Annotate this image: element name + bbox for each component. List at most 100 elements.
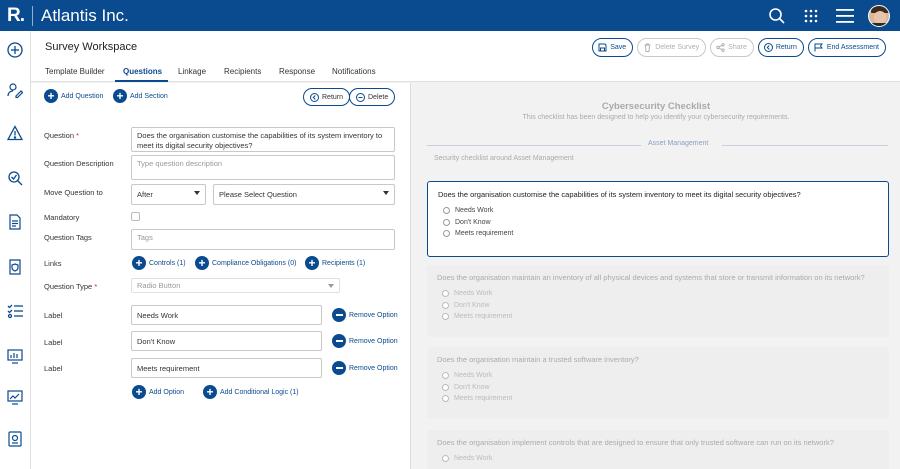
preview-question-text: Does the organisation customise the capa… [438,190,801,199]
chevron-down-icon [194,191,200,195]
add-option-label: Add Option [149,388,185,396]
warning-icon[interactable] [5,123,25,143]
preview-option[interactable]: Meets requirement [442,393,879,405]
delete-survey-label: Delete Survey [655,44,700,51]
share-button[interactable]: Share [710,38,754,57]
add-conditional-logic-label: Add Conditional Logic (1) [220,388,299,396]
reports-icon[interactable] [5,346,25,366]
editor-delete-button[interactable]: Delete [349,88,396,106]
chevron-down-icon [383,191,389,195]
preview-question-card[interactable]: Does the organisation customise the capa… [427,181,889,257]
compliance-link-button[interactable]: + Compliance Obligations (0) [195,256,296,270]
radio-button[interactable] [442,290,449,298]
preview-question-card[interactable]: Does the organisation maintain an invent… [427,265,889,337]
tab-notifications[interactable]: Notifications [332,67,376,76]
share-label: Share [728,44,747,51]
apps-grid-icon[interactable] [794,0,828,31]
preview-option[interactable]: Meets requirement [442,311,879,323]
risk-search-icon[interactable] [5,168,25,188]
chevron-left-icon [763,43,773,52]
sidebar [0,31,31,469]
share-icon [716,43,725,52]
trash-icon [644,43,651,52]
add-section-label: Add Section [130,92,168,100]
save-label: Save [610,44,627,51]
preview-option[interactable]: Needs Work [442,453,879,465]
remove-option-button-3[interactable]: Remove Option [332,361,398,375]
save-button[interactable]: Save [592,38,634,57]
save-icon [598,43,607,52]
editor-delete-label: Delete [368,93,389,101]
controls-link-button[interactable]: + Controls (1) [132,256,186,270]
minus-icon [332,361,346,375]
page-title: Survey Workspace [45,41,138,53]
top-bar: R. Atlantis Inc. [0,0,900,31]
tab-linkage[interactable]: Linkage [178,67,206,76]
search-icon[interactable] [760,0,794,31]
move-target-select[interactable]: Please Select Question [213,184,395,205]
preview-option[interactable]: Needs Work [443,205,878,217]
question-tags-input[interactable]: Tags [131,229,395,250]
delete-survey-button[interactable]: Delete Survey [637,38,707,57]
preview-option[interactable]: Don't Know [442,300,879,312]
user-avatar[interactable] [868,4,890,27]
section-divider-right [722,145,888,146]
preview-option[interactable]: Don't Know [443,217,878,229]
option-input-2[interactable]: Don't Know [131,331,322,351]
preview-option[interactable]: Needs Work [442,288,879,300]
editor-return-button[interactable]: Return [303,88,351,106]
radio-button[interactable] [442,301,449,309]
flag-icon [814,43,823,52]
user-edit-icon[interactable] [5,80,25,100]
mandatory-checkbox[interactable] [131,212,140,221]
radio-button[interactable] [442,455,449,463]
radio-button[interactable] [443,218,450,226]
checklist-icon[interactable] [5,301,25,321]
add-option-button[interactable]: + Add Option [132,385,184,399]
option-input-1[interactable]: Needs Work [131,305,322,325]
remove-option-button-2[interactable]: Remove Option [332,334,398,348]
minus-icon [332,334,346,348]
tab-response[interactable]: Response [279,67,315,76]
minus-icon [332,308,346,322]
shield-document-icon[interactable] [5,257,25,277]
tab-template-builder[interactable]: Template Builder [45,67,105,76]
remove-option-button-1[interactable]: Remove Option [332,308,398,322]
add-question-button[interactable]: + Add Question [44,89,103,103]
analytics-icon[interactable] [5,387,25,407]
add-section-button[interactable]: + Add Section [113,89,168,103]
end-assessment-button[interactable]: End Assessment [807,38,886,57]
question-description-input[interactable]: Type question description [131,155,395,180]
radio-button[interactable] [442,383,449,391]
preview-question-card[interactable]: Does the organisation implement controls… [427,430,889,469]
tab-questions[interactable]: Questions [123,67,162,76]
question-type-label: Question Type * [44,282,98,291]
preview-option[interactable]: Don't Know [442,382,879,394]
tab-recipients[interactable]: Recipients [224,67,261,76]
recipients-link-button[interactable]: + Recipients (1) [305,256,365,270]
option-input-3[interactable]: Meets requirement [131,358,322,378]
settings-document-icon[interactable] [5,429,25,449]
preview-question-card[interactable]: Does the organisation maintain a trusted… [427,347,889,419]
preview-option[interactable]: Meets requirement [443,228,878,240]
radio-button[interactable] [442,372,449,380]
return-button[interactable]: Return [757,38,804,57]
radio-button[interactable] [443,207,450,215]
add-circle-icon[interactable] [5,40,25,60]
radio-button[interactable] [442,313,449,321]
hamburger-menu-icon[interactable] [828,0,862,31]
move-position-select[interactable]: After [131,184,206,205]
mandatory-label: Mandatory [44,213,80,222]
preview-option[interactable]: Needs Work [442,370,879,382]
remove-option-label: Remove Option [349,337,398,345]
document-icon[interactable] [5,212,25,232]
editor-return-label: Return [322,93,344,101]
radio-button[interactable] [442,395,449,403]
app-logo[interactable]: R. [7,5,25,27]
remove-option-label: Remove Option [349,311,398,319]
question-type-select[interactable]: Radio Button [131,278,340,293]
section-title: Asset Management [648,140,709,147]
question-input[interactable]: Does the organisation customise the capa… [131,127,395,152]
add-conditional-logic-button[interactable]: + Add Conditional Logic (1) [203,385,299,399]
radio-button[interactable] [443,230,450,238]
